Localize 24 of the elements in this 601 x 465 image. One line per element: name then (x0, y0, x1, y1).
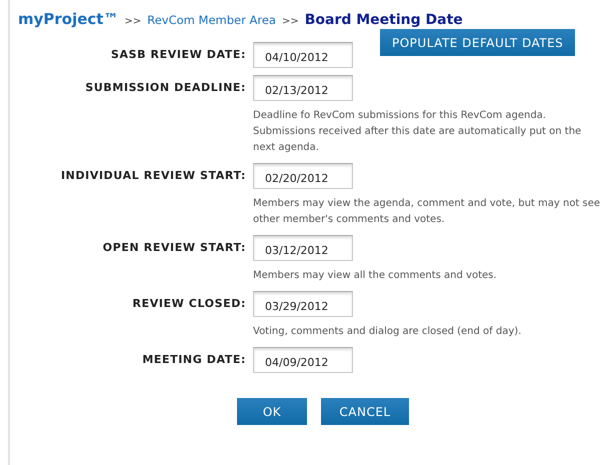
cancel-button[interactable]: CANCEL (321, 398, 409, 425)
date-field[interactable]: 03/29/2012 (253, 291, 353, 317)
field-note: Members may view all the comments and votes. (253, 269, 498, 283)
field-note: Deadline fo RevCom submissions for this RevCom agenda. Submissions received after this date are automatically put on the next agenda. (253, 109, 582, 155)
section-link[interactable]: RevCom Member Area (147, 13, 276, 27)
field-label: SASB REVIEW DATE: (110, 47, 246, 63)
field-label: SUBMISSION DEADLINE: (84, 80, 246, 96)
date-field[interactable]: 03/12/2012 (253, 235, 353, 261)
field-label: MEETING DATE: (141, 352, 246, 368)
field-label: OPEN REVIEW START: (102, 240, 246, 256)
field-label: INDIVIDUAL REVIEW START: (60, 168, 246, 184)
field-note: Voting, comments and dialog are closed (end of day). (253, 325, 522, 339)
field-label: REVIEW CLOSED: (132, 296, 246, 312)
field-note: Members may view the agenda, comment and vote, but may not see other member's comments and votes. (253, 197, 601, 227)
page-title: Board Meeting Date (304, 12, 463, 28)
populate-button[interactable]: POPULATE DEFAULT DATES (380, 29, 576, 56)
date-field[interactable]: 02/13/2012 (253, 75, 353, 101)
date-field[interactable]: 02/20/2012 (253, 163, 353, 189)
home-link[interactable]: myProject™ (18, 10, 118, 28)
date-field[interactable]: 04/09/2012 (253, 347, 353, 373)
breadcrumb-separator: >> (124, 16, 142, 27)
date-field[interactable]: 04/10/2012 (253, 42, 353, 68)
breadcrumb-separator: >> (282, 16, 299, 27)
ok-button[interactable]: OK (237, 398, 307, 425)
